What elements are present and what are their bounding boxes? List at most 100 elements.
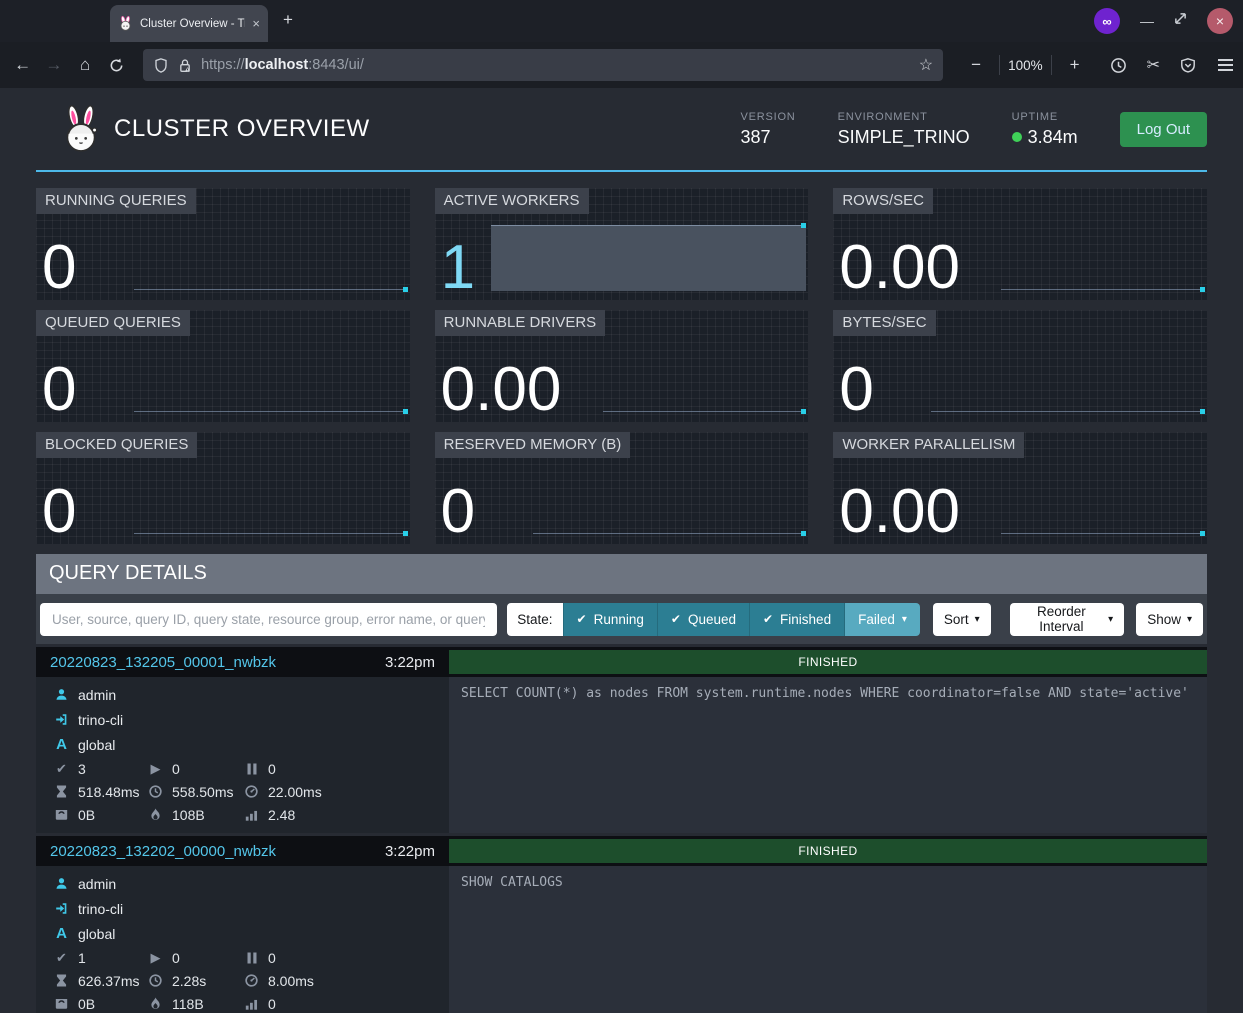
sparkline xyxy=(603,411,805,412)
window-close-button[interactable]: × xyxy=(1207,8,1233,34)
state-finished-button[interactable]: ✔Finished xyxy=(749,603,844,636)
tile-bytes-sec: BYTES/SEC 0 xyxy=(833,310,1207,422)
menu-icon[interactable] xyxy=(1218,59,1233,71)
query-sql-text: SELECT COUNT(*) as nodes FROM system.run… xyxy=(449,677,1207,833)
query-user: admin xyxy=(78,687,116,703)
sparkline-dot xyxy=(403,531,408,536)
zoom-in-button[interactable]: + xyxy=(1060,50,1090,80)
state-running-button[interactable]: ✔Running xyxy=(563,603,657,636)
elapsed-time-clock-icon xyxy=(148,974,163,987)
tile-value: 0 xyxy=(441,483,475,542)
tab-title: Cluster Overview - Trino xyxy=(140,18,245,30)
query-details-header: QUERY DETAILS xyxy=(36,554,1207,594)
screenshot-scissors-icon[interactable]: ✂ xyxy=(1147,55,1160,75)
chevron-down-icon: ▾ xyxy=(1108,614,1113,625)
window-minimize-button[interactable]: — xyxy=(1140,13,1154,29)
browser-tab[interactable]: Cluster Overview - Trino × xyxy=(110,5,268,42)
tile-value: 0 xyxy=(42,239,76,298)
tile-label: BYTES/SEC xyxy=(833,310,935,336)
version-block: VERSION 387 xyxy=(740,111,795,148)
sort-dropdown[interactable]: Sort▾ xyxy=(933,603,991,636)
tile-label: QUEUED QUERIES xyxy=(36,310,190,336)
wall-time-hourglass-icon xyxy=(54,785,69,798)
completed-splits: 1 xyxy=(78,950,86,966)
running-splits-play-icon: ▶ xyxy=(148,951,163,964)
logout-button[interactable]: Log Out xyxy=(1120,112,1207,147)
memory-scale-icon xyxy=(54,809,69,820)
zoom-level[interactable]: 100% xyxy=(1008,58,1043,73)
tile-value: 0 xyxy=(839,361,873,420)
version-label: VERSION xyxy=(740,111,795,123)
tile-value: 0 xyxy=(42,483,76,542)
browser-titlebar: Cluster Overview - Trino × + ∞ — × xyxy=(0,0,1243,42)
query-id-link[interactable]: 20220823_132202_00000_nwbzk xyxy=(50,843,276,860)
running-splits: 0 xyxy=(172,950,180,966)
status-badge: FINISHED xyxy=(449,650,1207,674)
tile-reserved-memory: RESERVED MEMORY (B) 0 xyxy=(435,432,809,544)
tile-label: WORKER PARALLELISM xyxy=(833,432,1024,458)
check-icon: ✔ xyxy=(577,612,587,626)
uptime-label: UPTIME xyxy=(1012,111,1078,123)
trino-cluster-overview-page: CLUSTER OVERVIEW VERSION 387 ENVIRONMENT… xyxy=(0,88,1243,1013)
lock-warning-icon[interactable] xyxy=(177,58,192,73)
state-queued-button[interactable]: ✔Queued xyxy=(657,603,749,636)
sparkline-dot xyxy=(801,409,806,414)
tile-label: RUNNING QUERIES xyxy=(36,188,196,214)
shield-icon[interactable] xyxy=(153,58,168,73)
sparkline-dot xyxy=(403,287,408,292)
forward-button[interactable]: → xyxy=(41,50,66,80)
queued-splits: 0 xyxy=(268,761,276,777)
cumulative-memory: 0 xyxy=(268,996,276,1012)
pocket-shield-icon[interactable] xyxy=(1180,57,1196,73)
state-label: State: xyxy=(507,603,562,636)
environment-block: ENVIRONMENT SIMPLE_TRINO xyxy=(838,111,970,148)
peak-memory-fire-icon xyxy=(148,808,163,821)
queued-splits-pause-icon xyxy=(244,952,259,964)
page-title: CLUSTER OVERVIEW xyxy=(114,115,370,143)
back-button[interactable]: ← xyxy=(10,50,35,80)
tile-label: BLOCKED QUERIES xyxy=(36,432,197,458)
tile-value-active-workers-link[interactable]: 1 xyxy=(441,239,475,298)
profile-mask-icon[interactable]: ∞ xyxy=(1094,8,1120,34)
tile-label: ROWS/SEC xyxy=(833,188,933,214)
memory-scale-icon xyxy=(54,998,69,1009)
cpu-time-gauge-icon xyxy=(244,974,259,987)
zoom-out-button[interactable]: − xyxy=(961,50,991,80)
status-badge: FINISHED xyxy=(449,839,1207,863)
elapsed-time-clock-icon xyxy=(148,785,163,798)
sparkline xyxy=(134,533,406,534)
new-tab-button[interactable]: + xyxy=(283,10,293,30)
url-bar[interactable]: https://localhost:8443/ui/ ☆ xyxy=(143,49,943,81)
reorder-interval-dropdown[interactable]: Reorder Interval▾ xyxy=(1010,603,1125,636)
tile-worker-parallelism: WORKER PARALLELISM 0.00 xyxy=(833,432,1207,544)
tile-label: RUNNABLE DRIVERS xyxy=(435,310,606,336)
history-clock-icon[interactable] xyxy=(1110,57,1127,74)
search-input[interactable] xyxy=(40,603,497,636)
query-source: trino-cli xyxy=(78,712,123,728)
cluster-stats-grid: RUNNING QUERIES 0 ACTIVE WORKERS 1 ROWS/… xyxy=(36,188,1207,544)
query-row: 20220823_132205_00001_nwbzk 3:22pm FINIS… xyxy=(36,647,1207,833)
chevron-down-icon: ▾ xyxy=(975,614,980,625)
show-dropdown[interactable]: Show▾ xyxy=(1136,603,1203,636)
peak-memory: 108B xyxy=(172,807,205,823)
sparkline-dot xyxy=(801,223,806,228)
cumulative-memory-chart-icon xyxy=(244,809,259,821)
elapsed-time: 558.50ms xyxy=(172,784,233,800)
cpu-time: 22.00ms xyxy=(268,784,322,800)
current-memory: 0B xyxy=(78,996,95,1012)
window-maximize-button[interactable] xyxy=(1174,12,1187,30)
tile-label: ACTIVE WORKERS xyxy=(435,188,589,214)
peak-memory: 118B xyxy=(172,996,204,1012)
reload-button[interactable] xyxy=(104,50,129,80)
cpu-time: 8.00ms xyxy=(268,973,314,989)
tab-close-icon[interactable]: × xyxy=(252,16,260,31)
queued-splits: 0 xyxy=(268,950,276,966)
query-id-link[interactable]: 20220823_132205_00001_nwbzk xyxy=(50,654,276,671)
state-failed-dropdown[interactable]: Failed▾ xyxy=(844,603,920,636)
home-button[interactable]: ⌂ xyxy=(73,50,98,80)
sparkline-dot xyxy=(801,531,806,536)
state-filter-group: State: ✔Running ✔Queued ✔Finished Failed… xyxy=(507,603,920,636)
user-icon xyxy=(54,877,69,890)
separator xyxy=(999,55,1000,75)
bookmark-star-icon[interactable]: ☆ xyxy=(919,55,933,75)
